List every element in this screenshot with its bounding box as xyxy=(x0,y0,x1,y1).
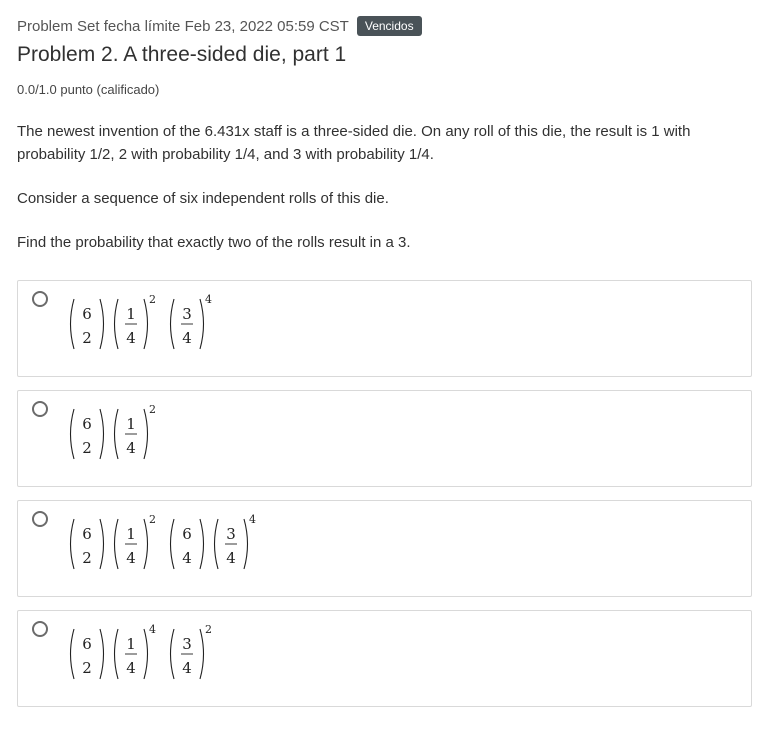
right-paren xyxy=(143,298,149,350)
problem-title: Problem 2. A three-sided die, part 1 xyxy=(17,43,347,66)
frac-bottom: 4 xyxy=(182,659,192,677)
frac-top: 3 xyxy=(226,525,236,543)
status-badge: Vencidos xyxy=(356,16,422,36)
right-paren xyxy=(143,518,149,570)
binom-bottom: 2 xyxy=(82,329,92,347)
radio-button[interactable] xyxy=(32,621,48,637)
exponent: 4 xyxy=(205,293,212,306)
answer-choice-2[interactable]: 62142 xyxy=(17,390,752,487)
left-paren xyxy=(113,628,119,680)
binom-top: 6 xyxy=(82,305,92,323)
frac-bottom: 4 xyxy=(126,439,136,457)
score-text: 0.0/1.0 punto (calificado) xyxy=(17,82,160,97)
frac-top: 1 xyxy=(126,305,136,323)
left-paren xyxy=(169,628,175,680)
prompt-paragraph: The newest invention of the 6.431x staff… xyxy=(17,123,691,163)
exponent: 2 xyxy=(149,513,156,526)
binom-bottom: 2 xyxy=(82,439,92,457)
right-paren xyxy=(243,518,249,570)
radio-button[interactable] xyxy=(32,511,48,527)
frac-top: 3 xyxy=(182,305,192,323)
answer-choice-1[interactable]: 62142344 xyxy=(17,280,752,377)
frac-bottom: 4 xyxy=(126,659,136,677)
exponent: 4 xyxy=(149,623,156,636)
frac-bottom: 4 xyxy=(182,329,192,347)
problem-header: Problem Set fecha límite Feb 23, 2022 05… xyxy=(17,14,757,97)
due-date-line: Problem Set fecha límite Feb 23, 2022 05… xyxy=(17,14,757,38)
frac-bottom: 4 xyxy=(226,549,236,567)
binom-top: 6 xyxy=(82,635,92,653)
left-paren xyxy=(69,518,75,570)
radio-button[interactable] xyxy=(32,401,48,417)
right-paren xyxy=(99,628,105,680)
left-paren xyxy=(69,298,75,350)
left-paren xyxy=(169,518,175,570)
binom-top: 6 xyxy=(82,525,92,543)
frac-top: 1 xyxy=(126,525,136,543)
right-paren xyxy=(199,518,205,570)
answer-choice-3[interactable]: 6214264344 xyxy=(17,500,752,597)
binom-bottom: 2 xyxy=(82,549,92,567)
exponent: 2 xyxy=(149,403,156,416)
left-paren xyxy=(113,408,119,460)
prompt-paragraph: Find the probability that exactly two of… xyxy=(17,234,411,251)
frac-top: 3 xyxy=(182,635,192,653)
choice-4-formula: 62144342 xyxy=(69,623,212,680)
right-paren xyxy=(143,628,149,680)
right-paren xyxy=(199,628,205,680)
exponent: 2 xyxy=(205,623,212,636)
binom-bottom: 2 xyxy=(82,659,92,677)
exponent: 4 xyxy=(249,513,256,526)
left-paren xyxy=(213,518,219,570)
right-paren xyxy=(199,298,205,350)
choice-3-formula: 6214264344 xyxy=(69,513,256,570)
left-paren xyxy=(169,298,175,350)
left-paren xyxy=(69,628,75,680)
left-paren xyxy=(113,518,119,570)
left-paren xyxy=(113,298,119,350)
problem-prompt: The newest invention of the 6.431x staff… xyxy=(17,120,761,254)
binom-top: 6 xyxy=(82,415,92,433)
right-paren xyxy=(143,408,149,460)
frac-top: 1 xyxy=(126,635,136,653)
frac-top: 1 xyxy=(126,415,136,433)
right-paren xyxy=(99,408,105,460)
binom-bottom: 4 xyxy=(182,549,192,567)
frac-bottom: 4 xyxy=(126,329,136,347)
prompt-paragraph: Consider a sequence of six independent r… xyxy=(17,190,389,207)
answer-choice-4[interactable]: 62144342 xyxy=(17,610,752,707)
choice-1-formula: 62142344 xyxy=(69,293,212,350)
exponent: 2 xyxy=(149,293,156,306)
radio-button[interactable] xyxy=(32,291,48,307)
right-paren xyxy=(99,518,105,570)
right-paren xyxy=(99,298,105,350)
left-paren xyxy=(69,408,75,460)
binom-top: 6 xyxy=(182,525,192,543)
frac-bottom: 4 xyxy=(126,549,136,567)
due-date-text: Problem Set fecha límite Feb 23, 2022 05… xyxy=(17,17,349,35)
choice-2-formula: 62142 xyxy=(69,403,156,460)
